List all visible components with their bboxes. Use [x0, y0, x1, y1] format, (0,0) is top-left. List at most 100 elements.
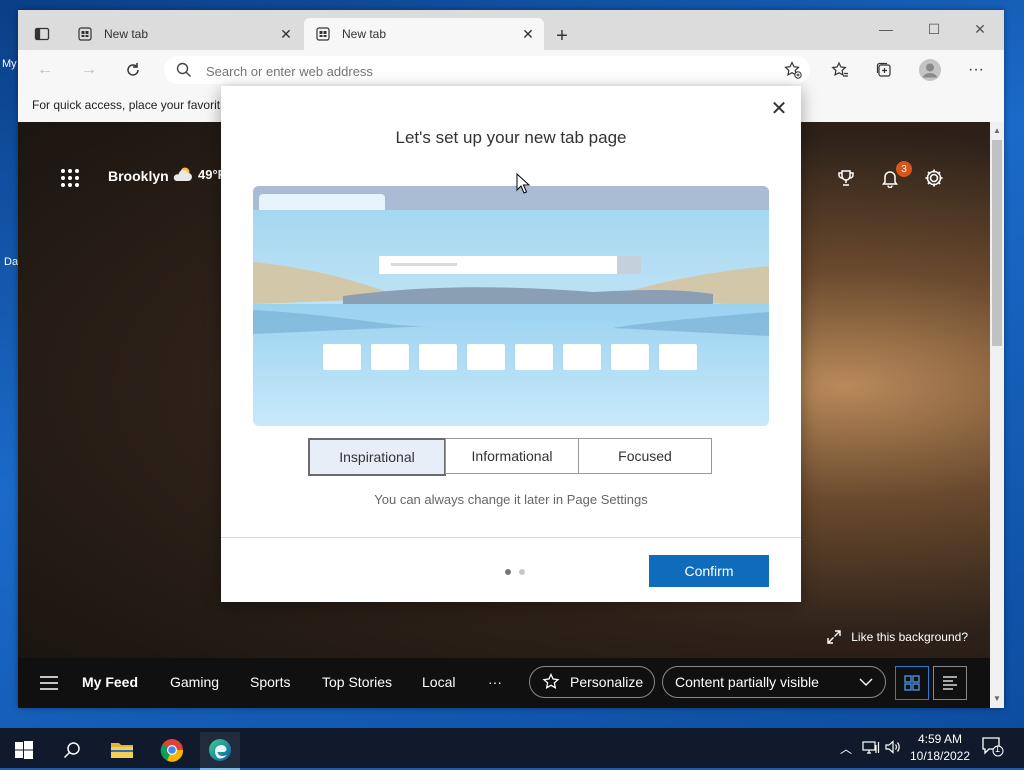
layout-option-inspirational[interactable]: Inspirational	[308, 438, 446, 476]
list-view-icon	[943, 676, 957, 690]
windows-taskbar: ︿ 4:59 AM 10/18/2022 1	[0, 728, 1024, 770]
new-tab-setup-dialog: ✕ Let's set up your new tab page Inspira	[221, 86, 801, 602]
layout-preview-illustration	[253, 186, 769, 426]
scrollbar-thumb[interactable]	[992, 140, 1002, 346]
refresh-button[interactable]	[120, 58, 146, 82]
action-center-button[interactable]: 1	[982, 737, 1004, 760]
tab-close-button[interactable]: ✕	[276, 24, 296, 44]
search-icon	[176, 62, 191, 77]
tab-title: New tab	[104, 27, 149, 41]
page-scrollbar[interactable]: ▲ ▼	[990, 122, 1004, 708]
tab-new-tab-2[interactable]: New tab ✕	[304, 18, 544, 50]
settings-and-more-button[interactable]: ···	[964, 58, 988, 82]
new-tab-button[interactable]: +	[550, 24, 574, 48]
trophy-icon	[838, 170, 854, 186]
avatar-icon	[919, 59, 941, 81]
minimize-button[interactable]: —	[866, 18, 906, 40]
favorites-button[interactable]	[828, 58, 852, 82]
scroll-up-arrow[interactable]: ▲	[992, 126, 1002, 136]
notifications-icon	[982, 737, 1004, 757]
toolbar: ← → ···	[18, 50, 1004, 90]
weather-location[interactable]: Brooklyn	[108, 168, 169, 184]
confirm-button[interactable]: Confirm	[649, 555, 769, 587]
rewards-button[interactable]	[834, 166, 858, 190]
like-background-link[interactable]: Like this background?	[827, 630, 968, 644]
expand-icon	[827, 630, 841, 644]
close-window-button[interactable]: ✕	[960, 18, 1000, 40]
feed-tab-local[interactable]: Local	[422, 674, 455, 690]
like-background-text: Like this background?	[851, 630, 968, 644]
gear-icon	[925, 169, 943, 187]
layout-option-informational[interactable]: Informational	[445, 438, 579, 474]
favorites-icon	[831, 61, 848, 77]
network-icon[interactable]	[862, 739, 880, 758]
grid-view-button[interactable]	[895, 666, 929, 700]
tab-actions-menu-button[interactable]	[28, 20, 56, 48]
grid-view-icon	[904, 675, 920, 691]
scroll-down-arrow[interactable]: ▼	[992, 694, 1002, 704]
feed-tab-sports[interactable]: Sports	[250, 674, 290, 690]
feed-tab-top-stories[interactable]: Top Stories	[322, 674, 392, 690]
content-visibility-dropdown[interactable]: Content partially visible	[662, 666, 886, 698]
notification-badge: 3	[896, 161, 912, 177]
personalize-label: Personalize	[570, 674, 644, 690]
forward-button[interactable]: →	[76, 58, 102, 82]
menu-icon[interactable]	[40, 676, 58, 690]
folder-icon	[111, 743, 133, 758]
desktop-icon-label[interactable]: Da	[4, 256, 18, 268]
show-hidden-icons-button[interactable]: ︿	[840, 740, 852, 757]
taskbar-clock[interactable]: 4:59 AM 10/18/2022	[902, 731, 978, 765]
new-tab-favicon-icon	[316, 27, 330, 41]
refresh-icon	[127, 63, 139, 76]
start-button[interactable]	[4, 732, 44, 768]
chevron-down-icon	[859, 678, 873, 686]
weather-widget[interactable]: 49°F	[172, 166, 226, 182]
mouse-cursor-icon	[516, 173, 530, 194]
personalize-button[interactable]: Personalize	[529, 666, 655, 698]
page-indicator-dot-active	[505, 569, 511, 575]
feed-tab-gaming[interactable]: Gaming	[170, 674, 219, 690]
collections-button[interactable]	[872, 58, 896, 82]
edge-icon	[209, 739, 231, 761]
tab-strip: New tab ✕ New tab ✕ + — ☐ ✕	[18, 10, 1004, 50]
add-favorite-icon[interactable]	[784, 61, 802, 79]
page-settings-button[interactable]	[922, 166, 946, 190]
taskbar-file-explorer[interactable]	[102, 732, 142, 768]
layout-option-focused[interactable]: Focused	[578, 438, 712, 474]
partly-cloudy-icon	[173, 167, 192, 181]
personalize-star-icon	[542, 673, 560, 689]
content-visibility-value: Content partially visible	[675, 674, 819, 690]
dialog-divider	[221, 537, 801, 538]
tab-new-tab-1[interactable]: New tab ✕	[66, 18, 302, 50]
clock-time: 4:59 AM	[917, 732, 963, 746]
tab-actions-icon	[34, 27, 50, 41]
taskbar-search-button[interactable]	[52, 732, 92, 768]
tab-close-button[interactable]: ✕	[518, 24, 538, 44]
address-input[interactable]	[204, 60, 768, 82]
address-bar[interactable]	[164, 56, 810, 84]
favorites-bar-hint: For quick access, place your favorit	[32, 98, 221, 112]
page-indicator	[505, 569, 525, 575]
feed-tab-my-feed[interactable]: My Feed	[82, 674, 138, 690]
new-tab-favicon-icon	[78, 27, 92, 41]
dialog-close-button[interactable]: ✕	[769, 98, 789, 120]
taskbar-edge[interactable]	[200, 732, 240, 770]
tab-title: New tab	[342, 27, 387, 41]
volume-icon[interactable]	[884, 739, 902, 758]
feed-navigation-bar: My Feed Gaming Sports Top Stories Local …	[18, 658, 990, 708]
list-view-button[interactable]	[933, 666, 967, 700]
taskbar-chrome[interactable]	[152, 732, 192, 768]
desktop-icon-label[interactable]: My	[2, 58, 17, 70]
windows-logo-icon	[15, 741, 33, 759]
action-center-count: 1	[995, 744, 1001, 754]
collections-icon	[876, 62, 891, 77]
search-icon	[63, 742, 80, 759]
dialog-hint: You can always change it later in Page S…	[374, 492, 648, 507]
dialog-title: Let's set up your new tab page	[395, 128, 627, 147]
app-launcher-icon[interactable]	[60, 168, 80, 188]
profile-button[interactable]	[918, 58, 942, 82]
back-button[interactable]: ←	[32, 58, 58, 82]
page-indicator-dot	[519, 569, 525, 575]
feed-more-button[interactable]: ···	[488, 674, 502, 690]
maximize-button[interactable]: ☐	[914, 18, 954, 40]
